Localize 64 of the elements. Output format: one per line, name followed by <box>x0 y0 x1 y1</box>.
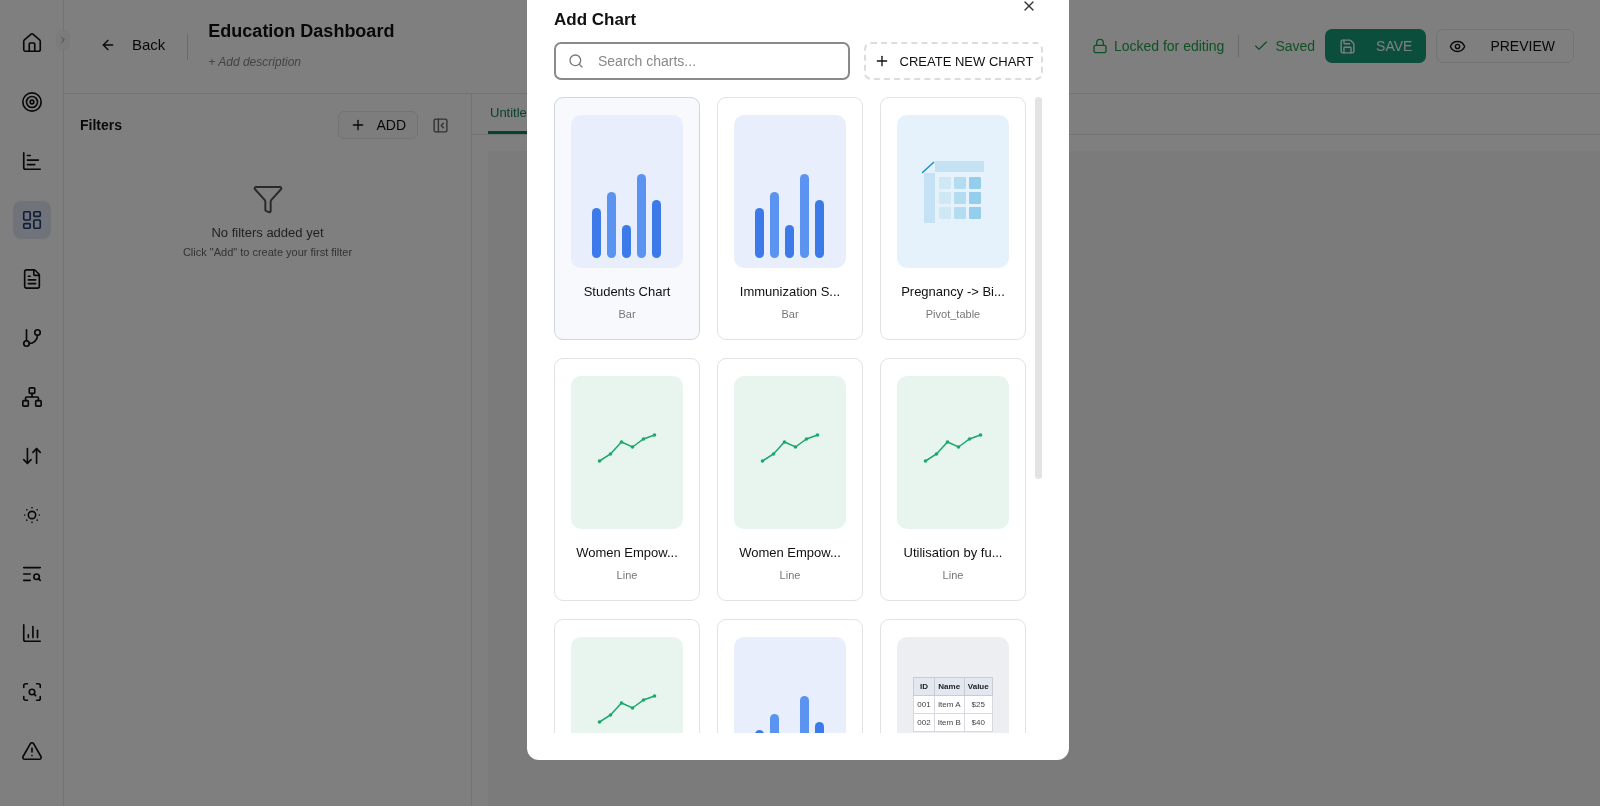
chart-card[interactable]: Immunization S... Bar <box>717 97 863 340</box>
chart-card[interactable]: ID Name Value 001 Item A $25 002 Item B $40 <box>880 619 1026 733</box>
dashboard-icon <box>20 209 43 231</box>
chevron-icon <box>58 35 68 45</box>
line-chart-drawing <box>923 432 983 463</box>
expand-handle[interactable] <box>56 30 70 50</box>
add-filter-button[interactable]: ADD <box>338 111 418 139</box>
empty-title: No filters added yet <box>211 225 324 240</box>
table-cell: 001 <box>913 695 935 714</box>
sidebar-item[interactable] <box>12 201 51 239</box>
search-report-icon <box>20 681 43 703</box>
chart-card[interactable]: Women Empow... Line <box>717 358 863 601</box>
chart-card[interactable]: Students Chart Bar <box>554 97 700 340</box>
table-cell: Item B <box>934 713 965 732</box>
warning-icon <box>20 740 43 762</box>
collapse-panel-icon[interactable] <box>432 116 449 134</box>
chart-card[interactable]: Utilisation by fu... Line <box>880 358 1026 601</box>
line-chart-drawing <box>760 432 820 463</box>
chart-name: Students Chart <box>583 284 671 299</box>
line-chart-drawing <box>597 432 657 463</box>
home-icon <box>20 32 43 54</box>
chart-card[interactable]: Women Empow... Line <box>554 358 700 601</box>
target-icon <box>20 91 43 113</box>
table-header: ID <box>913 677 935 696</box>
scrollbar[interactable] <box>1035 97 1042 479</box>
chart-type: Bar <box>618 308 636 320</box>
column-chart-icon <box>20 622 43 644</box>
table-cell: Item A <box>934 695 965 714</box>
save-status: Saved <box>1275 38 1316 54</box>
chart-type: Line <box>616 569 638 581</box>
branch-icon <box>20 327 43 349</box>
chart-name: Pregnancy -> Bi... <box>901 284 1005 299</box>
chart-type: Pivot_table <box>925 308 981 320</box>
table-header: Name <box>934 677 965 696</box>
chart-name: Women Empow... <box>739 545 841 560</box>
filter-icon <box>251 183 284 215</box>
chart-card[interactable]: Pregnancy -> Bi... Pivot_table <box>880 97 1026 340</box>
dashboard-title[interactable]: Education Dashboard <box>208 21 395 42</box>
back-button[interactable]: Back <box>100 36 166 53</box>
chart-name: Utilisation by fu... <box>903 545 1003 560</box>
chart-type: Line <box>942 569 964 581</box>
dialog-title: Add Chart <box>554 10 637 30</box>
chart-name: Immunization S... <box>739 284 841 299</box>
table-cell: $40 <box>964 713 993 732</box>
search-icon <box>568 53 584 69</box>
save-icon <box>1339 37 1357 55</box>
filters-title: Filters <box>80 117 123 133</box>
line-chart-drawing <box>597 693 657 724</box>
create-chart-button[interactable]: CREATE NEW CHART <box>864 42 1043 80</box>
table-header: Value <box>964 677 993 696</box>
table-cell: $25 <box>964 695 993 714</box>
search-field[interactable]: Search charts... <box>554 42 850 80</box>
arrows-icon <box>20 445 43 467</box>
chart-name: Women Empow... <box>576 545 678 560</box>
lock-status: Locked for editing <box>1113 38 1225 54</box>
lock-icon <box>1091 38 1108 54</box>
empty-hint: Click "Add" to create your first filter <box>182 246 353 258</box>
chart-type: Line <box>779 569 801 581</box>
network-icon <box>20 386 43 408</box>
pivot-table-drawing <box>922 160 984 223</box>
table-cell: 002 <box>913 713 935 732</box>
preview-button[interactable]: PREVIEW <box>1436 29 1574 63</box>
bar-chart-icon <box>20 150 43 172</box>
chart-type: Bar <box>781 308 799 320</box>
